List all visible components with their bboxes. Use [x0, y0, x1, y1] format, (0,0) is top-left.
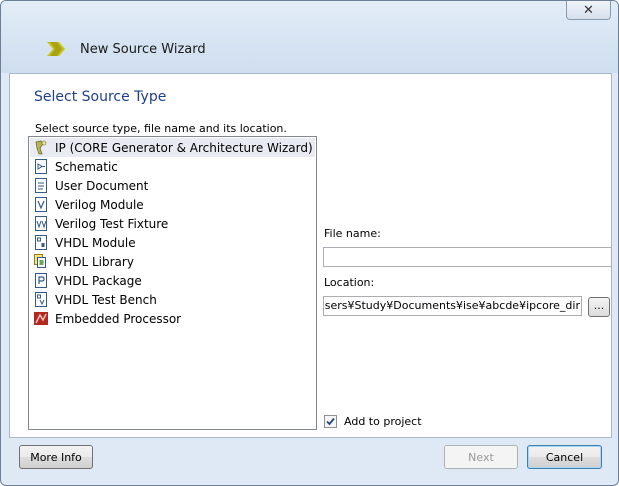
next-button[interactable]: Next	[444, 445, 518, 469]
add-to-project-label: Add to project	[344, 415, 422, 428]
source-type-list[interactable]: IP (CORE Generator & Architecture Wizard…	[28, 136, 317, 430]
close-button[interactable]: ✕	[566, 1, 611, 20]
title-bar: ✕ New Source Wizard	[1, 1, 618, 73]
add-to-project-checkbox[interactable]	[324, 415, 337, 428]
window-title: New Source Wizard	[80, 42, 206, 57]
list-item-label: VHDL Package	[55, 273, 142, 288]
vhdl-test-bench-icon	[35, 292, 47, 307]
wizard-content-panel: Select Source Type Select source type, f…	[9, 73, 612, 438]
vhdl-module-icon	[35, 235, 47, 250]
list-item-label: VHDL Library	[55, 254, 134, 269]
checkmark-icon	[326, 417, 335, 426]
list-item-vhdl-module[interactable]: VHDL Module	[30, 233, 315, 252]
wizard-arrow-icon	[47, 42, 65, 56]
list-item-label: Schematic	[55, 159, 118, 174]
list-item-label: IP (CORE Generator & Architecture Wizard…	[55, 140, 313, 155]
add-to-project-checkbox-row[interactable]: Add to project	[324, 415, 422, 428]
new-source-wizard-window: ✕ New Source Wizard Select Source Type S…	[0, 0, 619, 486]
browse-button[interactable]: ...	[588, 297, 610, 317]
verilog-test-fixture-icon	[35, 216, 47, 231]
verilog-module-icon	[35, 197, 47, 212]
embedded-processor-icon	[34, 312, 48, 325]
vhdl-library-icon	[34, 254, 46, 268]
list-item-label: Embedded Processor	[55, 311, 182, 326]
list-item-label: User Document	[55, 178, 149, 193]
schematic-icon	[35, 159, 47, 174]
ip-core-icon	[35, 140, 47, 155]
list-item-label: VHDL Module	[55, 235, 136, 250]
list-item-label: VHDL Test Bench	[55, 292, 157, 307]
cancel-button[interactable]: Cancel	[527, 445, 602, 469]
list-item-label: Verilog Test Fixture	[55, 216, 169, 231]
list-item-verilog-module[interactable]: Verilog Module	[30, 195, 315, 214]
location-label: Location:	[324, 276, 375, 289]
list-item-schematic[interactable]: Schematic	[30, 157, 315, 176]
list-item-user-document[interactable]: User Document	[30, 176, 315, 195]
vhdl-package-icon	[35, 273, 47, 288]
file-name-label: File name:	[324, 227, 381, 240]
instruction-text: Select source type, file name and its lo…	[35, 122, 287, 135]
list-item-verilog-test-fixture[interactable]: Verilog Test Fixture	[30, 214, 315, 233]
location-input[interactable]: C:¥Users¥Study¥Documents¥ise¥abcde¥ipcor…	[323, 296, 582, 316]
more-info-button[interactable]: More Info	[19, 445, 93, 469]
section-title: Select Source Type	[34, 89, 167, 105]
list-item-ip-core[interactable]: IP (CORE Generator & Architecture Wizard…	[30, 138, 315, 157]
list-item-vhdl-package[interactable]: VHDL Package	[30, 271, 315, 290]
location-value: C:¥Users¥Study¥Documents¥ise¥abcde¥ipcor…	[323, 299, 580, 312]
close-icon: ✕	[583, 2, 594, 18]
list-item-label: Verilog Module	[55, 197, 144, 212]
list-item-vhdl-library[interactable]: VHDL Library	[30, 252, 315, 271]
list-item-embedded-processor[interactable]: Embedded Processor	[30, 309, 315, 328]
document-icon	[35, 178, 47, 193]
file-name-input[interactable]	[323, 247, 612, 267]
list-item-vhdl-test-bench[interactable]: VHDL Test Bench	[30, 290, 315, 309]
